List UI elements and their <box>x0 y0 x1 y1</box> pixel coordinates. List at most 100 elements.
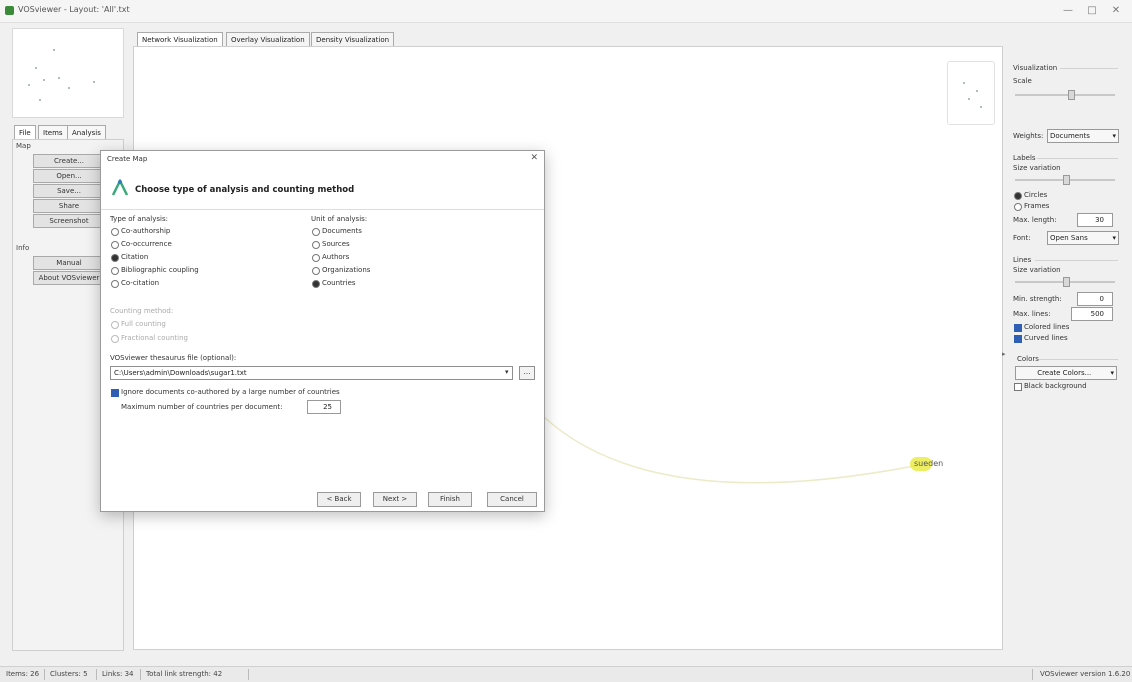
co-occurrence-radio[interactable] <box>111 241 119 249</box>
labels-section-label: Labels <box>1013 154 1036 162</box>
collapse-arrow-icon[interactable]: ▸ <box>1002 350 1006 358</box>
black-background-checkbox[interactable] <box>1014 383 1022 391</box>
unit-of-analysis-label: Unit of analysis: <box>311 215 368 223</box>
close-icon[interactable]: ✕ <box>1106 3 1126 19</box>
title-bar: VOSviewer - Layout: 'All'.txt — □ ✕ <box>0 0 1132 23</box>
info-group-label: Info <box>16 244 30 252</box>
window-title: VOSviewer - Layout: 'All'.txt <box>18 5 130 14</box>
save-button[interactable]: Save... <box>33 184 105 198</box>
max-length-spinner[interactable]: 30 <box>1077 213 1113 227</box>
fractional-counting-label: Fractional counting <box>121 334 188 342</box>
scale-label: Scale <box>1013 77 1032 85</box>
open-button[interactable]: Open... <box>33 169 105 183</box>
sources-label: Sources <box>322 240 350 248</box>
create-button[interactable]: Create... <box>33 154 105 168</box>
screenshot-button[interactable]: Screenshot <box>33 214 105 228</box>
co-authorship-radio[interactable] <box>111 228 119 236</box>
lines-section-label: Lines <box>1013 256 1032 264</box>
co-authorship-label: Co-authorship <box>121 227 171 235</box>
dialog-title: Create Map <box>107 155 148 163</box>
status-bar: Items: 26 Clusters: 5 Links: 34 Total li… <box>0 666 1132 682</box>
ignore-documents-checkbox[interactable] <box>111 389 119 397</box>
status-total-link-strength: Total link strength: 42 <box>146 670 223 678</box>
thesaurus-label: VOSviewer thesaurus file (optional): <box>110 354 237 362</box>
visualization-section-label: Visualization <box>1013 64 1058 72</box>
right-panel: Visualization Scale Weights: Documents ▾ … <box>1005 56 1120 656</box>
authors-radio[interactable] <box>312 254 320 262</box>
bibliographic-coupling-radio[interactable] <box>111 267 119 275</box>
citation-radio[interactable] <box>111 254 119 262</box>
colors-section-label: Colors <box>1017 355 1039 363</box>
co-citation-radio[interactable] <box>111 280 119 288</box>
share-button[interactable]: Share <box>33 199 105 213</box>
weights-label: Weights: <box>1013 132 1044 140</box>
map-group-label: Map <box>16 142 31 150</box>
frames-radio[interactable] <box>1014 203 1022 211</box>
scale-slider[interactable] <box>1015 94 1115 96</box>
organizations-label: Organizations <box>322 266 371 274</box>
min-strength-label: Min. strength: <box>1013 295 1062 303</box>
weights-select[interactable]: Documents ▾ <box>1047 129 1119 143</box>
chevron-down-icon: ▾ <box>1110 369 1114 377</box>
vosviewer-logo-icon <box>111 179 129 196</box>
weights-value: Documents <box>1050 132 1090 140</box>
maximize-icon[interactable]: □ <box>1082 3 1102 19</box>
min-strength-spinner[interactable]: 0 <box>1077 292 1113 306</box>
full-counting-radio[interactable] <box>111 321 119 329</box>
curved-lines-checkbox[interactable] <box>1014 335 1022 343</box>
max-lines-label: Max. lines: <box>1013 310 1051 318</box>
create-colors-button[interactable]: Create Colors... ▾ <box>1015 366 1117 380</box>
next-button[interactable]: Next > <box>373 492 417 507</box>
scale-slider-knob[interactable] <box>1068 90 1075 100</box>
minimap-navigator[interactable] <box>947 61 995 125</box>
create-map-dialog: Create Map ✕ Choose type of analysis and… <box>100 150 545 512</box>
frames-label: Frames <box>1024 202 1050 210</box>
max-countries-spinner[interactable]: 25 <box>307 400 341 414</box>
counting-method-label: Counting method: <box>110 307 174 315</box>
browse-button[interactable]: … <box>519 366 535 380</box>
overview-map[interactable] <box>12 28 124 118</box>
chevron-down-icon: ▾ <box>1112 132 1116 140</box>
full-counting-label: Full counting <box>121 320 166 328</box>
thesaurus-input[interactable]: C:\Users\admin\Downloads\sugar1.txt <box>110 366 513 380</box>
labels-size-slider-knob[interactable] <box>1063 175 1070 185</box>
documents-radio[interactable] <box>312 228 320 236</box>
bibliographic-coupling-label: Bibliographic coupling <box>121 266 199 274</box>
minimize-icon[interactable]: — <box>1058 3 1078 19</box>
curved-lines-label: Curved lines <box>1024 334 1068 342</box>
status-clusters: Clusters: 5 <box>50 670 88 678</box>
status-version: VOSviewer version 1.6.20 <box>1040 670 1131 678</box>
fractional-counting-radio[interactable] <box>111 335 119 343</box>
app-icon <box>5 6 14 15</box>
circles-radio[interactable] <box>1014 192 1022 200</box>
max-length-label: Max. length: <box>1013 216 1057 224</box>
colored-lines-label: Colored lines <box>1024 323 1070 331</box>
font-select[interactable]: Open Sans ▾ <box>1047 231 1119 245</box>
max-lines-spinner[interactable]: 500 <box>1071 307 1113 321</box>
citation-label: Citation <box>121 253 149 261</box>
about-button[interactable]: About VOSviewer <box>33 271 105 285</box>
countries-label: Countries <box>322 279 356 287</box>
countries-radio[interactable] <box>312 280 320 288</box>
status-items: Items: 26 <box>6 670 40 678</box>
dialog-close-icon[interactable]: ✕ <box>530 153 538 163</box>
organizations-radio[interactable] <box>312 267 320 275</box>
lines-size-slider-knob[interactable] <box>1063 277 1070 287</box>
chevron-down-icon[interactable]: ▾ <box>505 368 509 376</box>
sources-radio[interactable] <box>312 241 320 249</box>
colored-lines-checkbox[interactable] <box>1014 324 1022 332</box>
cancel-button[interactable]: Cancel <box>487 492 537 507</box>
co-citation-label: Co-citation <box>121 279 160 287</box>
finish-button[interactable]: Finish <box>428 492 472 507</box>
max-countries-label: Maximum number of countries per document… <box>121 403 283 411</box>
font-label: Font: <box>1013 234 1031 242</box>
manual-button[interactable]: Manual <box>33 256 105 270</box>
type-of-analysis-label: Type of analysis: <box>110 215 168 223</box>
authors-label: Authors <box>322 253 350 261</box>
circles-label: Circles <box>1024 191 1048 199</box>
back-button[interactable]: < Back <box>317 492 361 507</box>
create-colors-label: Create Colors... <box>1037 369 1092 377</box>
lines-size-variation-label: Size variation <box>1013 266 1061 274</box>
network-link <box>543 416 920 484</box>
chevron-down-icon: ▾ <box>1112 234 1116 242</box>
